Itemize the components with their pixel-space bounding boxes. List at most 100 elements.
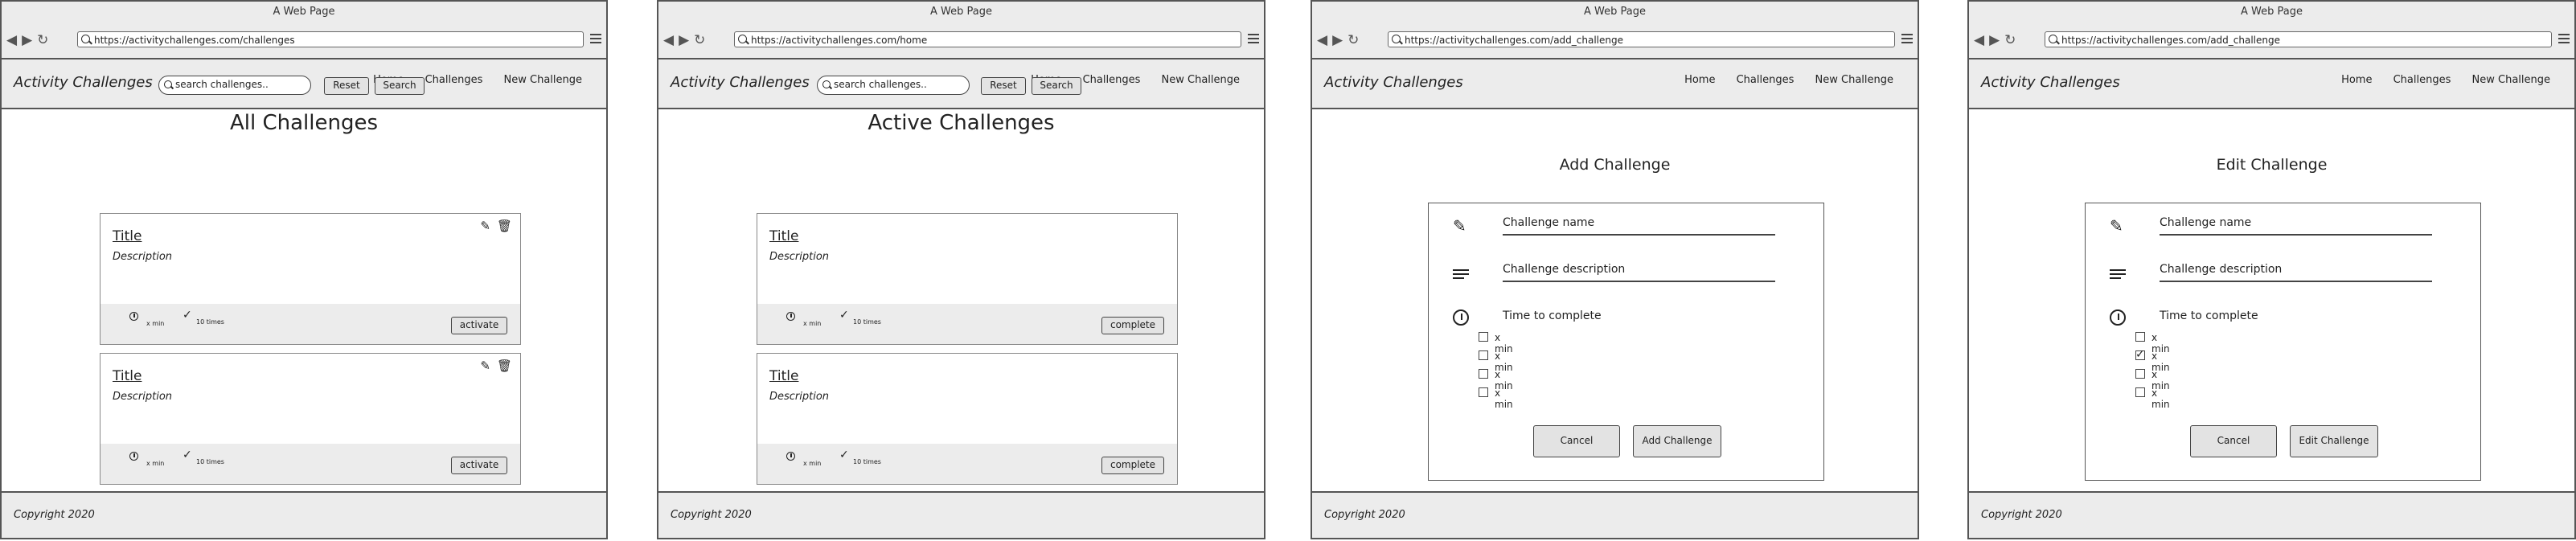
page-title: All Challenges: [229, 111, 379, 135]
card-description: Description: [113, 391, 173, 403]
card-title[interactable]: Title: [769, 368, 798, 384]
browser-toolbar: ◀▶↻ https://activitychallenges.com/chall…: [2, 23, 606, 59]
address-bar[interactable]: https://activitychallenges.com/home: [734, 31, 1241, 47]
site-footer: Copyright 2020: [2, 491, 606, 538]
search-icon: [2049, 35, 2057, 43]
lines-icon: [2110, 269, 2126, 281]
cancel-button[interactable]: Cancel: [2190, 425, 2277, 457]
nav-new-challenge[interactable]: New Challenge: [1815, 74, 1893, 86]
lines-icon: [1453, 269, 1469, 281]
nav-home[interactable]: Home: [1684, 74, 1715, 86]
browser-nav-icons[interactable]: ◀▶↻: [1317, 32, 1364, 48]
copyright: Copyright 2020: [1324, 509, 1405, 521]
page-title: Active Challenges: [868, 111, 1055, 135]
complete-button[interactable]: complete: [1101, 457, 1164, 474]
search-button[interactable]: Search: [1032, 77, 1081, 95]
reset-button[interactable]: Reset: [981, 77, 1026, 95]
search-icon: [1392, 35, 1401, 43]
complete-button[interactable]: complete: [1101, 317, 1164, 334]
activate-button[interactable]: activate: [451, 457, 507, 474]
site-footer: Copyright 2020: [1969, 491, 2574, 538]
pencil-icon: ✎: [1453, 216, 1466, 236]
activate-button[interactable]: activate: [451, 317, 507, 334]
card-count: 10 times: [853, 318, 881, 326]
pencil-icon[interactable]: ✎: [480, 359, 490, 373]
site-header: Activity Challenges Home Challenges New …: [1312, 59, 1918, 109]
challenge-card: Title Description x min ✓ 10 times compl…: [757, 353, 1178, 485]
clock-icon: [1453, 309, 1469, 326]
window-title: A Web Page: [2, 2, 606, 24]
checkbox[interactable]: [2135, 369, 2145, 379]
menu-icon[interactable]: [1901, 34, 1913, 46]
browser-nav-icons[interactable]: ◀▶↻: [1974, 32, 2020, 48]
nav-challenges[interactable]: Challenges: [425, 74, 483, 86]
site-nav: Home Challenges New Challenge: [2324, 74, 2550, 86]
window-title: A Web Page: [658, 2, 1264, 24]
description-field[interactable]: Challenge description: [2110, 263, 2432, 282]
checkbox[interactable]: [1479, 350, 1488, 360]
brand-logo[interactable]: Activity Challenges: [1981, 74, 2120, 91]
copyright: Copyright 2020: [671, 509, 752, 521]
browser-window-home: A Web Page ◀▶↻ https://activitychallenge…: [657, 0, 1265, 539]
menu-icon[interactable]: [590, 34, 601, 46]
brand-logo[interactable]: Activity Challenges: [1324, 74, 1463, 91]
checkbox[interactable]: [2135, 332, 2145, 342]
trash-icon[interactable]: 🗑: [497, 359, 512, 373]
search-input[interactable]: search challenges..: [817, 76, 970, 95]
card-actions: ✎ 🗑: [474, 219, 512, 233]
nav-challenges[interactable]: Challenges: [1083, 74, 1141, 86]
nav-new-challenge[interactable]: New Challenge: [504, 74, 582, 86]
checkbox[interactable]: [1479, 387, 1488, 397]
browser-nav-icons[interactable]: ◀▶↻: [663, 32, 710, 48]
card-title[interactable]: Title: [769, 228, 798, 244]
checkmark-icon: ✓: [2135, 348, 2145, 361]
checkbox[interactable]: [2135, 387, 2145, 397]
reset-button[interactable]: Reset: [324, 77, 369, 95]
checkbox[interactable]: [1479, 369, 1488, 379]
trash-icon[interactable]: 🗑: [497, 219, 512, 233]
address-bar[interactable]: https://activitychallenges.com/add_chall…: [2045, 31, 2552, 47]
card-title[interactable]: Title: [113, 368, 142, 384]
description-field[interactable]: Challenge description: [1453, 263, 1775, 282]
name-field[interactable]: ✎ Challenge name: [1453, 216, 1775, 236]
checkmark-icon: ✓: [839, 309, 849, 322]
brand-logo[interactable]: Activity Challenges: [14, 74, 153, 91]
card-title[interactable]: Title: [113, 228, 142, 244]
cancel-button[interactable]: Cancel: [1533, 425, 1620, 457]
browser-nav-icons[interactable]: ◀▶↻: [6, 32, 53, 48]
nav-challenges[interactable]: Challenges: [1737, 74, 1795, 86]
menu-icon[interactable]: [1248, 34, 1259, 46]
challenge-form: ✎ Challenge name Challenge description T…: [1428, 203, 1824, 481]
challenge-card: ✎ 🗑 Title Description x min ✓ 10 times ac…: [100, 213, 521, 345]
search-button[interactable]: Search: [375, 77, 425, 95]
copyright: Copyright 2020: [1981, 509, 2062, 521]
card-duration: x min: [803, 460, 822, 467]
card-duration: x min: [146, 320, 165, 327]
pencil-icon[interactable]: ✎: [480, 219, 490, 233]
checkbox[interactable]: [1479, 332, 1488, 342]
nav-new-challenge[interactable]: New Challenge: [2472, 74, 2550, 86]
nav-home[interactable]: Home: [2341, 74, 2372, 86]
edit-challenge-button[interactable]: Edit Challenge: [2290, 425, 2378, 457]
site-footer: Copyright 2020: [658, 491, 1264, 538]
card-count: 10 times: [196, 318, 224, 326]
clock-icon: [129, 452, 138, 461]
menu-icon[interactable]: [2558, 34, 2570, 46]
brand-logo[interactable]: Activity Challenges: [671, 74, 810, 91]
challenge-card: Title Description x min ✓ 10 times compl…: [757, 213, 1178, 345]
nav-new-challenge[interactable]: New Challenge: [1162, 74, 1240, 86]
add-challenge-button[interactable]: Add Challenge: [1633, 425, 1721, 457]
card-count: 10 times: [853, 458, 881, 465]
checkmark-icon: ✓: [839, 449, 849, 461]
time-field-label: Time to complete: [2160, 309, 2258, 322]
card-footer: x min ✓ 10 times complete: [757, 304, 1177, 344]
checkbox-checked[interactable]: ✓: [2135, 348, 2145, 361]
name-field[interactable]: ✎ Challenge name: [2110, 216, 2432, 236]
page-title: Edit Challenge: [2216, 156, 2328, 174]
address-bar[interactable]: https://activitychallenges.com/challenge…: [77, 31, 584, 47]
search-input[interactable]: search challenges..: [158, 76, 311, 95]
address-bar[interactable]: https://activitychallenges.com/add_chall…: [1388, 31, 1895, 47]
card-count: 10 times: [196, 458, 224, 465]
nav-challenges[interactable]: Challenges: [2393, 74, 2451, 86]
checkmark-icon: ✓: [183, 309, 192, 322]
